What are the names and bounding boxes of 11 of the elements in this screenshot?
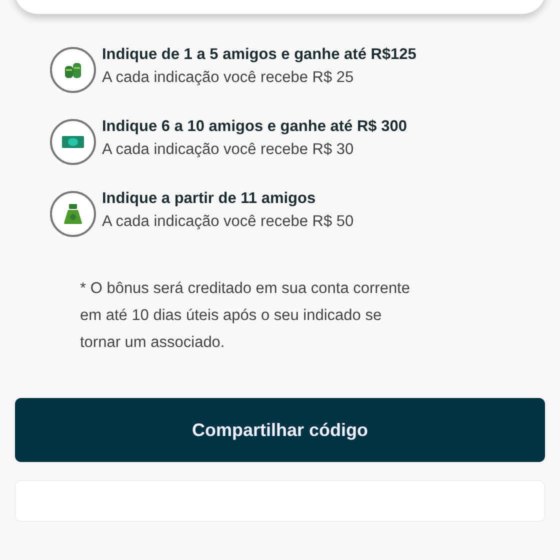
tier-title: Indique de 1 a 5 amigos e ganhe até R$125 (102, 45, 416, 65)
tier-title: Indique a partir de 11 amigos (102, 189, 317, 209)
share-code-button[interactable]: Compartilhar código (15, 398, 545, 462)
tier-description: A cada indicação você recebe R$ 30 (102, 140, 355, 160)
banknote-icon (62, 134, 84, 150)
coins-icon (63, 60, 83, 80)
tier-title: Indique 6 a 10 amigos e ganhe até R$ 300 (102, 117, 407, 137)
tier-description: A cada indicação você recebe R$ 50 (102, 212, 354, 232)
bonus-note: * O bônus será creditado em sua conta corrente em até 10 dias úteis após o seu indicado se tornar um associado. (80, 279, 411, 353)
money-bag-icon (63, 203, 83, 225)
tier-description: A cada indicação você recebe R$ 25 (102, 68, 355, 88)
